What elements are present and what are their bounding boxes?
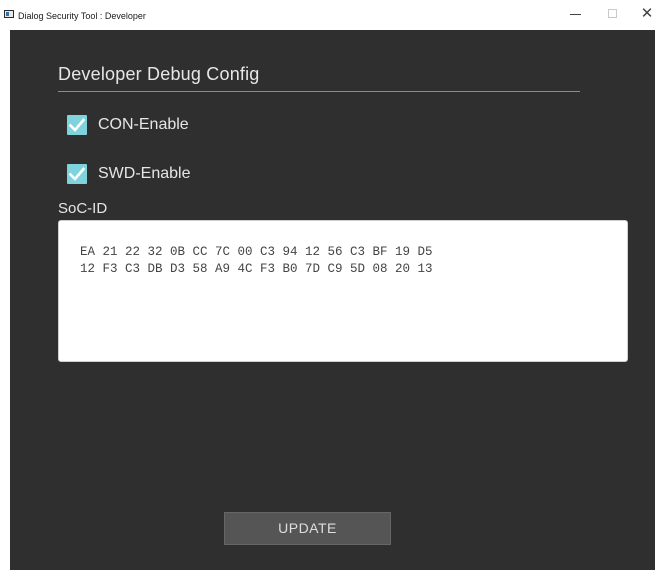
checkmark-icon <box>69 167 85 181</box>
close-button[interactable]: ✕ <box>632 4 662 24</box>
dialog-content: Developer Debug Config CON-Enable SWD-En… <box>10 30 655 570</box>
swd-enable-label: SWD-Enable <box>98 165 191 182</box>
checkmark-icon <box>69 118 85 132</box>
minimize-button[interactable] <box>560 4 590 24</box>
title-bar[interactable]: Dialog Security Tool : Developer ✕ <box>0 0 665 30</box>
con-enable-row[interactable]: CON-Enable <box>67 115 189 135</box>
soc-id-line: 12 F3 C3 DB D3 58 A9 4C F3 B0 7D C9 5D 0… <box>80 262 433 276</box>
soc-id-line: EA 21 22 32 0B CC 7C 00 C3 94 12 56 C3 B… <box>80 245 433 259</box>
close-icon: ✕ <box>640 5 654 22</box>
section-title: Developer Debug Config <box>58 64 260 84</box>
soc-id-label: SoC-ID <box>58 200 108 217</box>
window-title: Dialog Security Tool : Developer <box>18 11 146 21</box>
update-button[interactable]: UPDATE <box>224 512 391 545</box>
con-enable-checkbox[interactable] <box>67 115 87 135</box>
swd-enable-row[interactable]: SWD-Enable <box>67 164 190 184</box>
soc-id-field[interactable]: EA 21 22 32 0B CC 7C 00 C3 94 12 56 C3 B… <box>58 220 628 362</box>
minimize-icon <box>569 14 581 15</box>
section-divider <box>58 91 580 92</box>
app-window-icon <box>4 10 14 18</box>
con-enable-label: CON-Enable <box>98 116 189 133</box>
app-window: Dialog Security Tool : Developer ✕ Devel… <box>0 0 665 570</box>
maximize-icon <box>607 9 617 18</box>
swd-enable-checkbox[interactable] <box>67 164 87 184</box>
maximize-button[interactable] <box>597 4 627 24</box>
